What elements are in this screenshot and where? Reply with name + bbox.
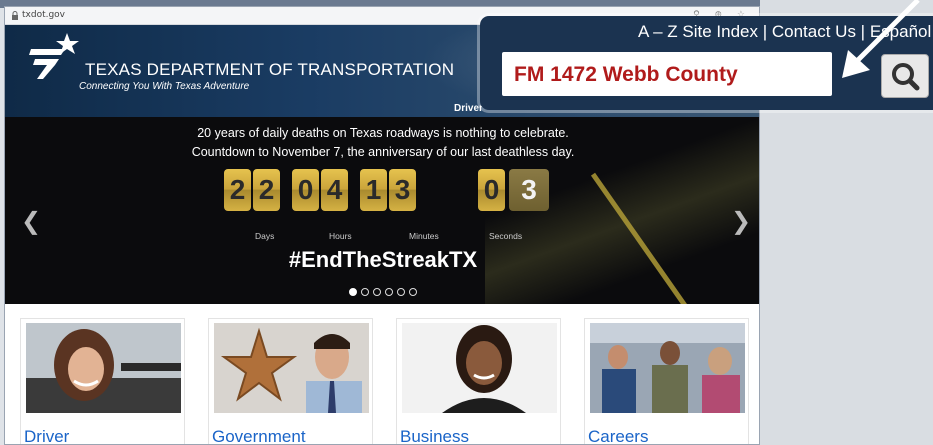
hours-digit-2: 4 [321, 169, 348, 211]
chevron-left-icon[interactable]: ❮ [21, 207, 41, 235]
agency-tagline: Connecting You With Texas Adventure [79, 81, 250, 92]
business-photo [402, 323, 557, 413]
hours-label: Hours [329, 231, 352, 241]
audience-cards: Driver Government Business Careers [5, 304, 759, 444]
minutes-digit-1: 1 [360, 169, 387, 211]
annotation-arrow-icon [842, 0, 920, 78]
card-business[interactable]: Business [396, 318, 561, 444]
agency-name[interactable]: TEXAS DEPARTMENT OF TRANSPORTATION [85, 60, 454, 80]
banner-subheadline: Countdown to November 7, the anniversary… [191, 145, 575, 159]
search-input[interactable]: FM 1472 Webb County [502, 52, 832, 96]
campaign-hashtag: #EndTheStreakTX [288, 247, 478, 272]
txdot-logo-icon[interactable] [25, 29, 85, 79]
carousel-dot[interactable] [361, 288, 369, 296]
carousel-dot[interactable] [385, 288, 393, 296]
card-government[interactable]: Government [208, 318, 373, 444]
seconds-digit-1: 0 [478, 169, 505, 211]
minutes-label: Minutes [409, 231, 439, 241]
banner-headline: 20 years of daily deaths on Texas roadwa… [197, 126, 569, 140]
card-title-careers[interactable]: Careers [588, 427, 648, 444]
search-input-value[interactable]: FM 1472 Webb County [514, 63, 738, 87]
card-title-government[interactable]: Government [212, 427, 306, 444]
countdown-counter: 2 2 0 4 1 3 0 3 [224, 169, 564, 213]
carousel-dot[interactable] [349, 288, 357, 296]
carousel-indicators [349, 288, 429, 298]
seconds-digit-2: 3 [509, 169, 549, 211]
careers-photo [590, 323, 745, 413]
carousel-dot[interactable] [373, 288, 381, 296]
lock-icon [12, 11, 18, 20]
card-title-business[interactable]: Business [400, 427, 469, 444]
days-label: Days [255, 231, 275, 241]
card-driver[interactable]: Driver [20, 318, 185, 444]
chevron-right-icon[interactable]: ❯ [731, 207, 751, 235]
driver-photo [26, 323, 181, 413]
government-photo [214, 323, 369, 413]
carousel-dot[interactable] [397, 288, 405, 296]
days-digit-1: 2 [224, 169, 251, 211]
hero-carousel: 20 years of daily deaths on Texas roadwa… [5, 117, 759, 304]
days-digit-2: 2 [253, 169, 280, 211]
seconds-label: Seconds [489, 231, 523, 241]
minutes-digit-2: 3 [389, 169, 416, 211]
hours-digit-1: 0 [292, 169, 319, 211]
address-url[interactable]: txdot.gov [22, 10, 65, 20]
card-careers[interactable]: Careers [584, 318, 749, 444]
card-title-driver[interactable]: Driver [24, 427, 69, 444]
carousel-dot[interactable] [409, 288, 417, 296]
nav-link-driver[interactable]: Driver [454, 103, 483, 114]
